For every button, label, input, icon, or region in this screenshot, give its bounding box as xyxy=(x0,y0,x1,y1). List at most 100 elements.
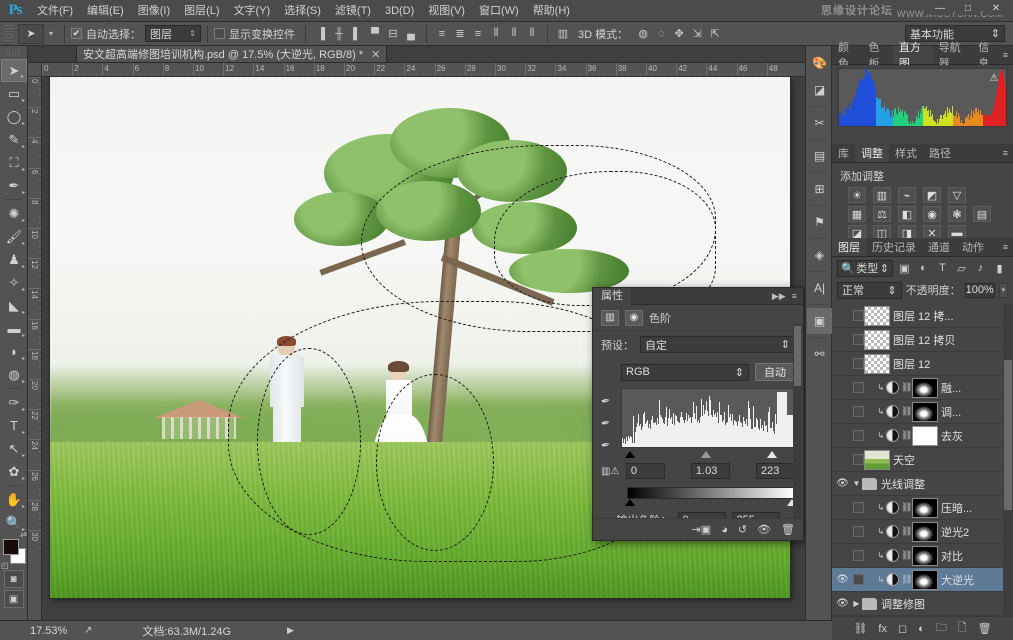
layer-name[interactable]: 压暗... xyxy=(941,500,972,516)
panel-menu-icon[interactable]: ≡ xyxy=(792,291,797,302)
ruler-corner[interactable] xyxy=(28,63,42,77)
shape-tool[interactable]: ✿▸ xyxy=(1,460,27,483)
group-disclosure-icon[interactable]: ▼ xyxy=(851,479,862,488)
adjustment-layer-thumbnail[interactable] xyxy=(886,429,899,442)
layer-name[interactable]: 天空 xyxy=(893,452,915,468)
layer-mask-placeholder[interactable] xyxy=(853,382,864,393)
menu-filter[interactable]: 滤镜(T) xyxy=(328,0,378,22)
layer-row[interactable]: 图层 12 拷贝 xyxy=(832,328,1013,352)
delete-icon[interactable]: 🗑 xyxy=(781,523,795,536)
character-icon[interactable]: A| xyxy=(807,275,832,301)
black-point-eyedropper-icon[interactable]: ✒ xyxy=(600,393,618,409)
brush-tool[interactable]: 🖌▸ xyxy=(1,225,27,248)
distribute-right-icon[interactable]: ⦀ xyxy=(523,25,541,43)
tab-library[interactable]: 库 xyxy=(832,144,855,162)
spot-healing-brush-tool[interactable]: ✺▸ xyxy=(1,202,27,225)
layer-row[interactable]: ↳⛓压暗... xyxy=(832,496,1013,520)
align-vertical-centers-icon[interactable]: ⊟ xyxy=(384,25,402,43)
tool-preset-chevron-icon[interactable]: ▾ xyxy=(44,24,58,44)
move-tool[interactable]: ➤▸ xyxy=(1,59,27,82)
menu-3d[interactable]: 3D(D) xyxy=(378,0,421,22)
layer-mask-placeholder[interactable] xyxy=(853,430,864,441)
properties-panel[interactable]: 属性 ▶▶ ≡ ▥ ◉ 色阶 预设： 自定 ⇕ RGB ⇕ 自动 xyxy=(592,287,804,541)
layer-mask-placeholder[interactable] xyxy=(853,526,864,537)
filter-smart-icon[interactable]: ♪ xyxy=(973,260,988,276)
layer-filter-dropdown[interactable]: 🔍 类型 ⇕ xyxy=(837,260,893,277)
layer-visibility-toggle[interactable] xyxy=(834,400,851,424)
clip-mask-icon[interactable]: ◉ xyxy=(625,310,643,326)
layer-name[interactable]: 去灰 xyxy=(941,428,963,444)
layer-name[interactable]: 图层 12 拷贝 xyxy=(893,332,955,348)
layer-visibility-toggle[interactable]: 👁 xyxy=(834,592,851,616)
align-horizontal-centers-icon[interactable]: ╫ xyxy=(330,25,348,43)
options-bar-grip[interactable] xyxy=(4,25,14,43)
layer-row[interactable]: 天空 xyxy=(832,448,1013,472)
layer-name[interactable]: 对比 xyxy=(941,548,963,564)
distribute-vcenter-icon[interactable]: ≣ xyxy=(451,25,469,43)
preset-dropdown[interactable]: 自定 ⇕ xyxy=(640,336,795,353)
tab-histogram[interactable]: 直方图 xyxy=(893,46,933,64)
blend-mode-dropdown[interactable]: 正常 ⇕ xyxy=(837,282,902,299)
filter-pixel-icon[interactable]: ▣ xyxy=(897,260,912,276)
roll-3d-icon[interactable]: ◌ xyxy=(652,25,670,43)
delete-layer-icon[interactable]: 🗑 xyxy=(978,622,992,635)
layer-name[interactable]: 逆光2 xyxy=(941,524,969,540)
color-lookup-icon[interactable]: ▤ xyxy=(973,206,991,222)
levels-icon[interactable]: ▥ xyxy=(873,187,891,203)
minimize-button[interactable]: — xyxy=(927,1,953,15)
adjustment-layer-thumbnail[interactable] xyxy=(886,549,899,562)
auto-select-dropdown[interactable]: 图层 ⇕ xyxy=(145,25,201,42)
properties-icon[interactable]: ⊞ xyxy=(807,176,832,202)
auto-select-checkbox[interactable]: ✔ xyxy=(71,28,82,39)
layer-thumbnail[interactable] xyxy=(912,522,938,542)
scrollbar-thumb[interactable] xyxy=(1004,360,1012,510)
dodge-tool[interactable]: ◍▸ xyxy=(1,363,27,386)
align-right-edges-icon[interactable]: ▌ xyxy=(348,25,366,43)
menu-layer[interactable]: 图层(L) xyxy=(177,0,226,22)
brightness-contrast-icon[interactable]: ☀ xyxy=(848,187,866,203)
layer-thumbnail[interactable] xyxy=(912,402,938,422)
filter-shape-icon[interactable]: ▱ xyxy=(954,260,969,276)
layer-name[interactable]: 图层 12 xyxy=(893,356,930,372)
gamma-input-slider[interactable] xyxy=(701,451,711,458)
layer-row[interactable]: ↳⛓逆光2 xyxy=(832,520,1013,544)
close-button[interactable]: ✕ xyxy=(983,1,1009,15)
layers-scrollbar[interactable] xyxy=(1003,304,1013,616)
screen-mode-button[interactable]: ▣ xyxy=(4,590,24,608)
layer-name[interactable]: 调整修图 xyxy=(881,596,925,612)
reset-icon[interactable]: ↺ xyxy=(738,523,747,536)
toggle-visibility-icon[interactable]: 👁 xyxy=(757,523,771,536)
timeline-icon[interactable]: ▤ xyxy=(807,143,832,169)
history-brush-tool[interactable]: ✧▸ xyxy=(1,271,27,294)
menu-help[interactable]: 帮助(H) xyxy=(526,0,577,22)
opacity-value[interactable]: 100% xyxy=(965,283,995,298)
layer-visibility-toggle[interactable] xyxy=(834,376,851,400)
slide-3d-icon[interactable]: ⇲ xyxy=(688,25,706,43)
tab-layers[interactable]: 图层 xyxy=(832,238,866,256)
auto-align-layers-icon[interactable]: ▥ xyxy=(554,25,572,43)
menu-view[interactable]: 视图(V) xyxy=(421,0,472,22)
menu-image[interactable]: 图像(I) xyxy=(131,0,177,22)
hue-saturation-icon[interactable]: ▦ xyxy=(848,206,866,222)
mask-link-icon[interactable]: ⛓ xyxy=(901,550,912,561)
view-previous-state-icon[interactable]: ◕ xyxy=(721,524,728,536)
channel-mixer-icon[interactable]: ❃ xyxy=(948,206,966,222)
clip-to-layer-icon[interactable]: ⇥▣ xyxy=(692,523,712,536)
align-top-edges-icon[interactable]: ▀ xyxy=(366,25,384,43)
color-swatches[interactable]: ⇄ ◰ xyxy=(1,538,27,568)
tab-adjustments[interactable]: 调整 xyxy=(855,144,889,162)
gradient-tool[interactable]: ▬▸ xyxy=(1,317,27,340)
layer-name[interactable]: 光线调整 xyxy=(881,476,925,492)
output-black-slider[interactable] xyxy=(625,499,635,506)
clone-stamp-tool[interactable]: ♟▸ xyxy=(1,248,27,271)
pen-tool[interactable]: ✑▸ xyxy=(1,391,27,414)
layer-row[interactable]: ↳⛓去灰 xyxy=(832,424,1013,448)
layer-visibility-toggle[interactable] xyxy=(834,544,851,568)
quick-mask-mode-button[interactable]: ◙ xyxy=(4,570,24,588)
layer-row[interactable]: 👁↳⛓大逆光 xyxy=(832,568,1013,592)
adjustments-icon[interactable]: ◪ xyxy=(807,77,832,103)
layer-visibility-toggle[interactable] xyxy=(834,448,851,472)
3d-icon[interactable]: ◈ xyxy=(807,242,832,268)
layer-row[interactable]: 👁▶调整修图 xyxy=(832,592,1013,616)
filter-type-icon[interactable]: T xyxy=(935,260,950,276)
